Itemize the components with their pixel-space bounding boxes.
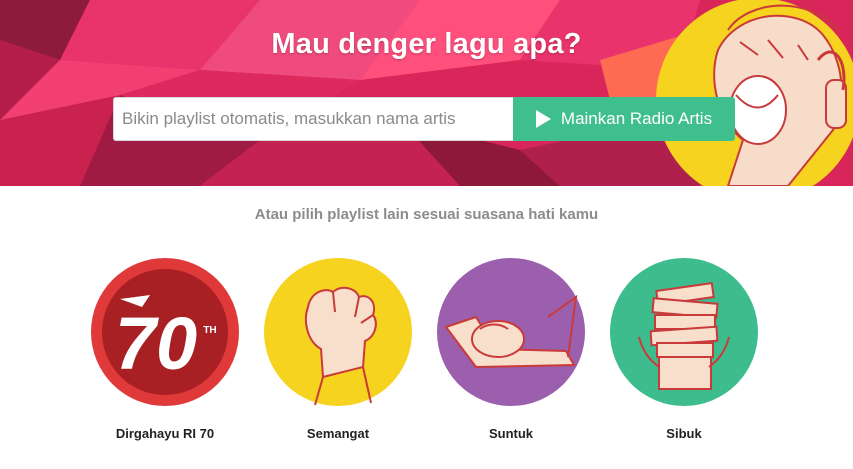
play-icon xyxy=(535,110,551,128)
head-on-laptop-icon xyxy=(437,258,585,406)
ri-70-badge-sup: TH xyxy=(203,325,216,336)
raised-fist-icon xyxy=(264,258,412,406)
hero-title: Mau denger lagu apa? xyxy=(271,28,582,60)
mood-card-semangat[interactable]: Semangat xyxy=(258,257,418,441)
hero-banner: Mau denger lagu apa? Mainkan Radio Artis xyxy=(0,0,853,186)
ri-70-badge-number: 70 xyxy=(115,302,197,385)
mood-card-dirgahayu[interactable]: 70 TH Dirgahayu RI 70 xyxy=(85,257,245,441)
mood-label: Sibuk xyxy=(666,426,702,441)
mood-label: Suntuk xyxy=(488,426,534,441)
play-artist-radio-label: Mainkan Radio Artis xyxy=(560,109,713,128)
mood-card-sibuk[interactable]: Sibuk xyxy=(604,257,764,441)
mood-label: Semangat xyxy=(306,426,370,441)
artist-search-input[interactable] xyxy=(113,97,513,141)
mood-playlist-list: 70 TH Dirgahayu RI 70 Semangat Suntuk Si… xyxy=(0,257,853,457)
mood-label: Dirgahayu RI 70 xyxy=(115,426,215,441)
play-artist-radio-button[interactable]: Mainkan Radio Artis xyxy=(513,97,735,141)
stack-of-books-icon xyxy=(610,258,758,406)
mood-card-suntuk[interactable]: Suntuk xyxy=(431,257,591,441)
ri-70-icon: 70 TH xyxy=(91,258,239,406)
mood-section-subtitle: Atau pilih playlist lain sesuai suasana … xyxy=(254,206,599,223)
